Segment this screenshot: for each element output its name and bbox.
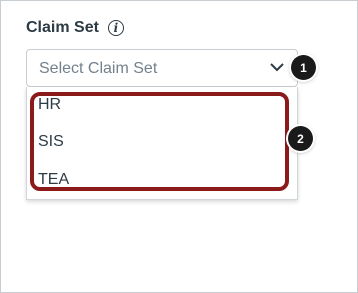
- chevron-down-icon: [270, 63, 284, 72]
- info-icon[interactable]: i: [107, 20, 124, 36]
- claim-set-label: Claim Set: [26, 19, 99, 36]
- claim-set-label-row: Claim Set i: [26, 19, 124, 37]
- select-placeholder: Select Claim Set: [39, 60, 158, 77]
- panel-frame: Claim Set i Select Claim Set HR SIS TEA …: [0, 0, 358, 293]
- claim-set-select[interactable]: Select Claim Set: [26, 49, 298, 87]
- callout-badge-2: 2: [288, 126, 313, 151]
- options-highlight-box: [30, 92, 289, 191]
- callout-badge-1: 1: [291, 55, 316, 80]
